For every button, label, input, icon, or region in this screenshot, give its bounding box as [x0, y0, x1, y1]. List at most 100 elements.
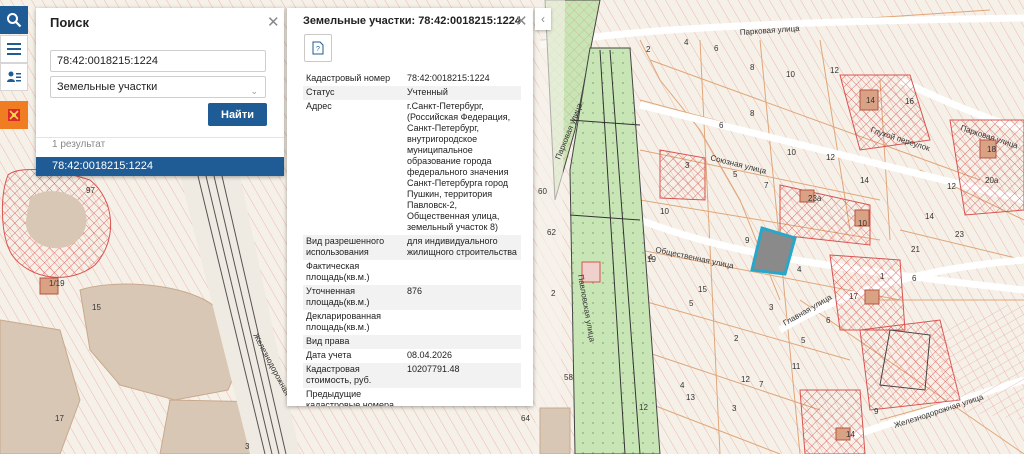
attribute-row: Статус Учтенный	[303, 86, 521, 100]
parcel-number-label: 5	[733, 170, 738, 179]
parcel-number-label: 15	[698, 285, 707, 294]
attribute-value: 10207791.48	[407, 364, 460, 374]
parcel-number-label: 7	[759, 380, 764, 389]
divider	[36, 137, 284, 138]
parcel-number-label: 10	[786, 70, 795, 79]
object-type-value: Земельные участки	[57, 81, 158, 93]
attribute-value: г.Санкт-Петербург, (Российская Федерация…	[407, 101, 511, 232]
parcel-number-label: 21	[911, 245, 920, 254]
parcel-number-label: 6	[714, 44, 719, 53]
attribute-row: Кадастровая стоимость, руб. 10207791.48	[303, 363, 521, 388]
search-result-item[interactable]: 78:42:0018215:1224	[36, 157, 284, 176]
attribute-key: Вид права	[306, 336, 350, 346]
close-icon[interactable]: ✕	[267, 15, 280, 30]
parcel-info-panel: Земельные участки: 78:42:0018215:1224 ✕ …	[287, 8, 533, 406]
parcel-number-label: 23	[955, 230, 964, 239]
attribute-value	[407, 261, 521, 283]
parcel-number-label: 4	[684, 38, 689, 47]
parcel-number-label: 12	[826, 153, 835, 162]
parcel-number-label: 97	[86, 186, 95, 195]
parcel-number-label: 14	[846, 430, 855, 439]
attribute-value: для индивидуального жилищного строительс…	[407, 236, 517, 257]
menu-icon	[7, 43, 21, 55]
find-button[interactable]: Найти	[208, 103, 267, 126]
search-panel: Поиск ✕ Земельные участки ⌄ Найти 1 резу…	[36, 8, 284, 176]
attribute-key: Предыдущие кадастровые номера	[306, 389, 394, 406]
cadastral-number-input-wrap[interactable]	[50, 50, 266, 72]
parcel-number-label: 1/19	[49, 279, 65, 288]
parcel-number-label: 12	[947, 182, 956, 191]
parcel-number-label: 9	[874, 407, 879, 416]
parcel-number-label: 4	[680, 381, 685, 390]
document-button[interactable]: ?	[304, 34, 332, 62]
parcel-number-label: 8	[750, 109, 755, 118]
parcel-number-label: 58	[564, 373, 573, 382]
cadastral-number-input[interactable]	[57, 51, 259, 71]
attribute-value	[407, 336, 521, 347]
parcel-number-label: 4	[797, 265, 802, 274]
parcel-number-label: 17	[849, 292, 858, 301]
parcel-number-label: 12	[741, 375, 750, 384]
svg-text:?: ?	[316, 46, 320, 53]
parcel-number-label: 2	[551, 289, 556, 298]
attribute-key: Фактическая площадь(кв.м.)	[306, 261, 370, 282]
parcel-info-title: Земельные участки: 78:42:0018215:1224	[303, 15, 521, 27]
city-emblem-button[interactable]	[0, 101, 28, 129]
attribute-row: Дата учета 08.04.2026	[303, 349, 521, 363]
attribute-value	[407, 311, 521, 333]
object-type-select[interactable]: Земельные участки ⌄	[50, 76, 266, 98]
parcel-number-label: 6	[912, 274, 917, 283]
attribute-key: Кадастровая стоимость, руб.	[306, 364, 372, 385]
parcel-number-label: 4	[648, 253, 653, 262]
close-icon[interactable]: ✕	[515, 14, 528, 29]
parcel-number-label: 64	[521, 414, 530, 423]
attribute-key: Декларированная площадь(кв.м.)	[306, 311, 381, 332]
menu-button[interactable]	[0, 35, 28, 63]
attribute-key: Дата учета	[306, 350, 352, 360]
results-count: 1 результат	[52, 139, 106, 150]
attribute-key: Уточненная площадь(кв.м.)	[306, 286, 370, 307]
search-tool-button[interactable]	[0, 6, 28, 34]
attribute-value	[407, 389, 521, 406]
parcel-number-label: 6	[719, 121, 724, 130]
attribute-key: Кадастровый номер	[306, 73, 391, 83]
parcel-number-label: 1	[880, 272, 885, 281]
parcel-number-label: 12	[639, 403, 648, 412]
parcel-number-label: 62	[547, 228, 556, 237]
chevron-down-icon: ⌄	[250, 86, 258, 96]
parcel-number-label: 18	[987, 145, 996, 154]
attribute-key: Статус	[306, 87, 335, 97]
parcel-number-label: 12	[830, 66, 839, 75]
parcel-number-label: 3	[732, 404, 737, 413]
parcel-number-label: 10	[660, 207, 669, 216]
parcel-number-label: 13	[686, 393, 695, 402]
parcel-number-label: 17	[55, 414, 64, 423]
search-icon	[7, 13, 22, 28]
parcel-number-label: 2	[734, 334, 739, 343]
chevron-left-icon: ‹	[541, 12, 545, 26]
attribute-row: Кадастровый номер 78:42:0018215:1224	[303, 72, 521, 86]
layers-list-button[interactable]	[0, 63, 28, 91]
parcel-number-label: 5	[689, 299, 694, 308]
parcel-number-label: 9	[745, 236, 750, 245]
attribute-row: Декларированная площадь(кв.м.)	[303, 310, 521, 335]
attribute-value: 876	[407, 286, 423, 296]
parcel-number-label: 14	[925, 212, 934, 221]
parcel-number-label: 20а	[985, 176, 999, 185]
left-toolbar	[0, 0, 28, 454]
parcel-number-label: 15	[92, 303, 101, 312]
parcel-number-label: 8	[750, 63, 755, 72]
parcel-number-label: 16	[905, 97, 914, 106]
attribute-row: Адрес г.Санкт-Петербург, (Российская Феде…	[303, 100, 521, 235]
user-list-icon	[7, 71, 21, 82]
attribute-row: Фактическая площадь(кв.м.)	[303, 260, 521, 285]
attribute-row: Вид права	[303, 335, 521, 349]
parcel-attributes-table: Кадастровый номер 78:42:0018215:1224 Стату…	[303, 72, 521, 406]
parcel-number-label: 7	[764, 181, 769, 190]
parcel-number-label: 3	[685, 161, 690, 170]
parcel-number-label: 60	[538, 187, 547, 196]
parcel-number-label: 23а	[808, 194, 822, 203]
parcel-number-label: 3	[245, 442, 250, 451]
parcel-number-label: 11	[792, 362, 801, 371]
collapse-panel-button[interactable]: ‹	[535, 8, 551, 30]
